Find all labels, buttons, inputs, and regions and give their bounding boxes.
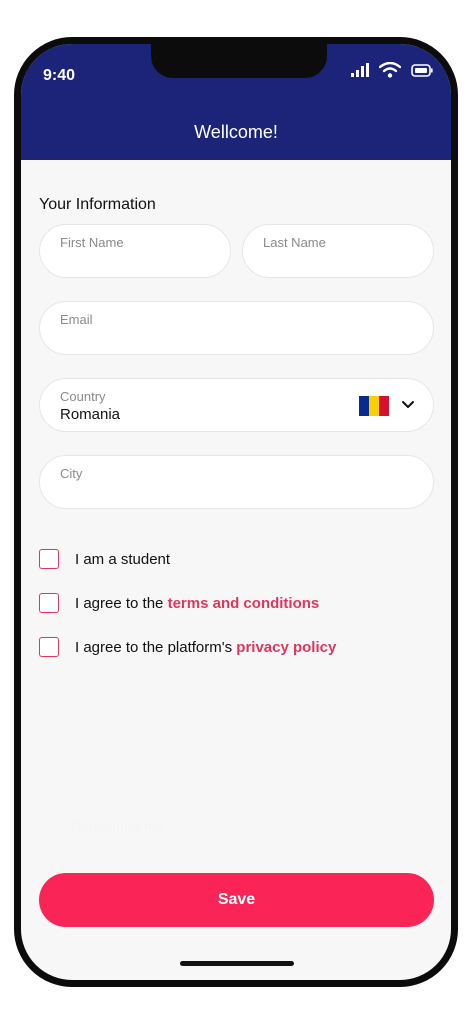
last-name-placeholder: Last Name xyxy=(263,235,326,250)
privacy-checkbox[interactable] xyxy=(39,637,59,657)
terms-checkbox[interactable] xyxy=(39,593,59,613)
city-placeholder: City xyxy=(60,466,83,481)
country-value: Romania xyxy=(60,406,121,423)
wifi-icon xyxy=(379,62,401,78)
student-label: I am a student xyxy=(75,550,171,568)
first-name-field[interactable]: First Name xyxy=(39,224,231,278)
save-button[interactable]: Save xyxy=(39,873,434,927)
country-label: Country xyxy=(60,389,106,404)
chevron-down-icon[interactable] xyxy=(401,400,415,410)
email-placeholder: Email xyxy=(60,312,93,327)
last-name-field[interactable]: Last Name xyxy=(242,224,434,278)
battery-icon xyxy=(411,63,433,77)
email-field[interactable]: Email xyxy=(39,301,434,355)
app-header: 9:40 Wellcome! xyxy=(21,44,451,160)
status-icons xyxy=(351,62,433,78)
cellular-signal-icon xyxy=(351,63,369,77)
first-name-placeholder: First Name xyxy=(60,235,124,250)
privacy-checkbox-row[interactable]: I agree to the platform's privacy policy xyxy=(39,637,336,657)
terms-link[interactable]: terms and conditions xyxy=(168,595,320,612)
home-indicator xyxy=(180,961,294,966)
city-field[interactable]: City xyxy=(39,455,434,509)
student-checkbox-row[interactable]: I am a student xyxy=(39,549,170,569)
student-checkbox[interactable] xyxy=(39,549,59,569)
terms-label: I agree to the terms and conditions xyxy=(75,594,320,612)
section-title: Your Information xyxy=(39,196,156,213)
privacy-link[interactable]: privacy policy xyxy=(236,639,336,656)
phone-frame: 9:40 Wellcome! Your Information First Na xyxy=(14,37,458,987)
faded-remember-text: Remember me xyxy=(71,818,164,834)
status-time: 9:40 xyxy=(43,67,76,84)
country-select[interactable]: Country Romania xyxy=(39,378,434,432)
device-notch xyxy=(151,44,327,78)
privacy-label: I agree to the platform's privacy policy xyxy=(75,638,337,656)
header-title: Wellcome! xyxy=(194,122,278,142)
terms-checkbox-row[interactable]: I agree to the terms and conditions xyxy=(39,593,319,613)
romania-flag-icon xyxy=(359,396,389,416)
